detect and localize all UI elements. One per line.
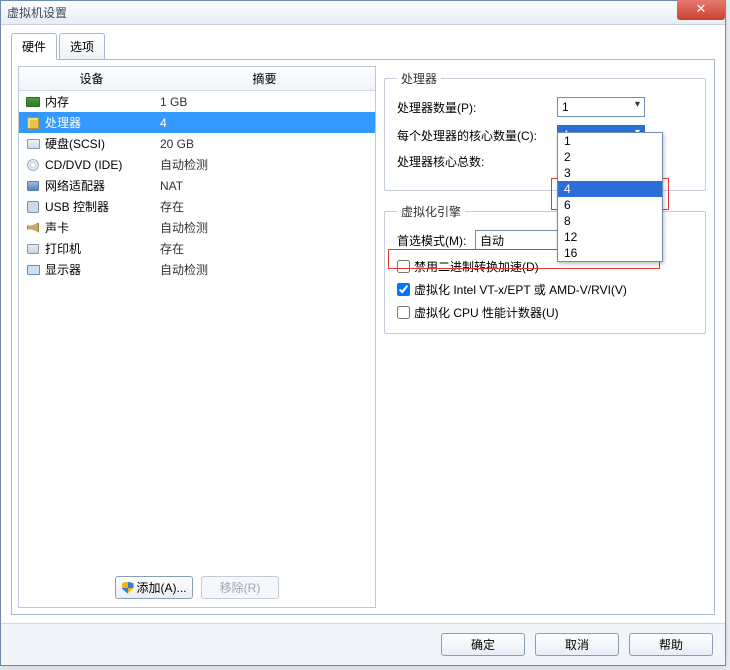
cancel-button[interactable]: 取消 xyxy=(535,633,619,656)
vm-settings-window: 虚拟机设置 ✕ 硬件 选项 设备 摘要 内存 1 GB xyxy=(0,0,726,666)
hardware-list[interactable]: 内存 1 GB 处理器 4 硬盘(SCSI) 20 GB xyxy=(19,91,375,570)
hw-summary: 1 GB xyxy=(160,95,375,109)
tab-hardware[interactable]: 硬件 xyxy=(11,33,57,60)
shield-icon xyxy=(122,582,134,594)
hw-summary: 存在 xyxy=(160,198,375,215)
col-header-summary: 摘要 xyxy=(154,70,375,87)
usb-icon xyxy=(25,199,41,215)
cores-dropdown[interactable]: 1 2 3 4 6 8 12 16 xyxy=(557,132,663,262)
cd-icon xyxy=(25,157,41,173)
add-button-label: 添加(A)... xyxy=(137,579,187,596)
hardware-buttons: 添加(A)... 移除(R) xyxy=(19,570,375,607)
disk-icon xyxy=(25,136,41,152)
dropdown-option[interactable]: 6 xyxy=(558,197,662,213)
hw-row-network[interactable]: 网络适配器 NAT xyxy=(19,175,375,196)
hw-summary: 自动检测 xyxy=(160,219,375,236)
hw-name: 声卡 xyxy=(45,219,160,236)
hw-row-printer[interactable]: 打印机 存在 xyxy=(19,238,375,259)
hardware-table-header: 设备 摘要 xyxy=(19,67,375,91)
tab-options[interactable]: 选项 xyxy=(59,33,105,60)
hw-name: 内存 xyxy=(45,93,160,110)
hw-summary: 自动检测 xyxy=(160,156,375,173)
help-button[interactable]: 帮助 xyxy=(629,633,713,656)
hw-row-usb[interactable]: USB 控制器 存在 xyxy=(19,196,375,217)
disable-binary-translation-checkbox[interactable] xyxy=(397,260,410,273)
hw-row-memory[interactable]: 内存 1 GB xyxy=(19,91,375,112)
hw-row-processor[interactable]: 处理器 4 xyxy=(19,112,375,133)
hw-name: 显示器 xyxy=(45,261,160,278)
memory-icon xyxy=(25,94,41,110)
hw-row-display[interactable]: 显示器 自动检测 xyxy=(19,259,375,280)
dropdown-option[interactable]: 8 xyxy=(558,213,662,229)
hw-row-sound[interactable]: 声卡 自动检测 xyxy=(19,217,375,238)
hw-name: 打印机 xyxy=(45,240,160,257)
virtualize-vt-label: 虚拟化 Intel VT-x/EPT 或 AMD-V/RVI(V) xyxy=(414,281,627,298)
disable-binary-translation-label: 禁用二进制转换加速(D) xyxy=(414,258,539,275)
tab-strip: 硬件 选项 xyxy=(11,33,715,60)
hw-summary: 20 GB xyxy=(160,137,375,151)
dropdown-option[interactable]: 2 xyxy=(558,149,662,165)
dropdown-option[interactable]: 16 xyxy=(558,245,662,261)
col-header-device: 设备 xyxy=(19,70,154,87)
processor-count-select[interactable] xyxy=(557,97,645,117)
remove-hardware-button[interactable]: 移除(R) xyxy=(201,576,279,599)
hw-summary: NAT xyxy=(160,179,375,193)
content-area: 硬件 选项 设备 摘要 内存 1 GB 处理器 xyxy=(1,25,725,623)
printer-icon xyxy=(25,241,41,257)
cpu-icon xyxy=(25,115,41,131)
dropdown-option[interactable]: 3 xyxy=(558,165,662,181)
total-cores-label: 处理器核心总数: xyxy=(397,153,557,170)
display-icon xyxy=(25,262,41,278)
hw-name: 网络适配器 xyxy=(45,177,160,194)
virtualize-cpu-counters-label: 虚拟化 CPU 性能计数器(U) xyxy=(414,304,559,321)
close-button[interactable]: ✕ xyxy=(677,0,725,20)
dropdown-option[interactable]: 1 xyxy=(558,133,662,149)
sound-icon xyxy=(25,220,41,236)
add-hardware-button[interactable]: 添加(A)... xyxy=(115,576,193,599)
virtualize-cpu-counters-checkbox[interactable] xyxy=(397,306,410,319)
virtualization-legend: 虚拟化引擎 xyxy=(397,203,465,220)
dialog-footer: 确定 取消 帮助 xyxy=(1,623,725,665)
processor-count-label: 处理器数量(P): xyxy=(397,99,557,116)
virtualize-vt-checkbox[interactable] xyxy=(397,283,410,296)
hw-name: CD/DVD (IDE) xyxy=(45,158,160,172)
dropdown-option[interactable]: 12 xyxy=(558,229,662,245)
hw-summary: 4 xyxy=(160,116,375,130)
dropdown-option-selected[interactable]: 4 xyxy=(558,181,662,197)
processor-legend: 处理器 xyxy=(397,70,441,87)
net-icon xyxy=(25,178,41,194)
hardware-panel: 设备 摘要 内存 1 GB 处理器 4 xyxy=(18,66,376,608)
hw-name: 硬盘(SCSI) xyxy=(45,135,160,152)
titlebar: 虚拟机设置 ✕ xyxy=(1,1,725,25)
hw-name: 处理器 xyxy=(45,114,160,131)
cores-per-proc-label: 每个处理器的核心数量(C): xyxy=(397,127,557,144)
hw-row-cddvd[interactable]: CD/DVD (IDE) 自动检测 xyxy=(19,154,375,175)
preferred-mode-label: 首选模式(M): xyxy=(397,232,475,249)
hw-summary: 存在 xyxy=(160,240,375,257)
hw-row-disk[interactable]: 硬盘(SCSI) 20 GB xyxy=(19,133,375,154)
hw-name: USB 控制器 xyxy=(45,198,160,215)
window-title: 虚拟机设置 xyxy=(7,4,67,21)
ok-button[interactable]: 确定 xyxy=(441,633,525,656)
hw-summary: 自动检测 xyxy=(160,261,375,278)
